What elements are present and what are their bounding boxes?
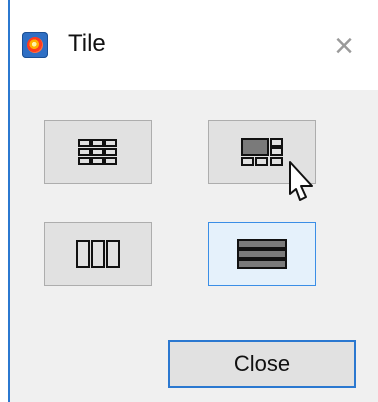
window-title: Tile <box>68 30 106 57</box>
close-icon[interactable]: × <box>326 28 362 64</box>
tile-horizontal-button[interactable] <box>208 222 316 286</box>
close-button[interactable]: Close <box>168 340 356 388</box>
tile-mixed-icon <box>241 138 283 166</box>
tile-grid-button[interactable] <box>44 120 152 184</box>
dialog-content: Close <box>10 90 378 402</box>
tile-mixed-button[interactable] <box>208 120 316 184</box>
tile-grid-icon <box>78 139 117 165</box>
tile-app-icon <box>22 32 48 58</box>
tile-vertical-button[interactable] <box>44 222 152 286</box>
title-bar: Tile × <box>10 0 378 90</box>
app-icon-emblem <box>27 37 43 53</box>
tile-horizontal-icon <box>237 239 287 269</box>
tile-dialog: Tile × Close <box>0 0 378 402</box>
tile-vertical-icon <box>76 240 120 268</box>
